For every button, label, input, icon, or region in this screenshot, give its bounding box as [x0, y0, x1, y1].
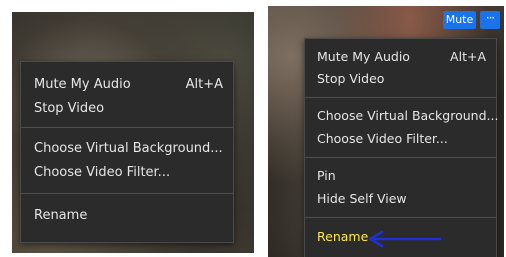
menu-item-stop-video[interactable]: Stop Video: [305, 68, 496, 90]
menu-divider: [305, 217, 496, 218]
menu-divider: [305, 157, 496, 158]
menu-item-label: Pin: [317, 168, 336, 183]
menu-divider: [305, 97, 496, 98]
right-context-menu: Mute My Audio Alt+A Stop Video Choose Vi…: [304, 38, 499, 257]
menu-item-hide-self-view[interactable]: Hide Self View: [305, 188, 496, 210]
menu-item-mute-my-audio[interactable]: Mute My Audio Alt+A: [21, 74, 233, 96]
left-context-menu: Mute My Audio Alt+A Stop Video Choose Vi…: [20, 61, 234, 243]
menu-item-choose-video-filter[interactable]: Choose Video Filter...: [21, 162, 233, 184]
right-video-tile: Mute ··· Mute My Audio Alt+A Stop Video …: [268, 6, 504, 257]
menu-item-label: Stop Video: [317, 71, 385, 86]
menu-item-shortcut: Alt+A: [185, 77, 223, 92]
menu-item-label: Mute My Audio: [34, 77, 131, 92]
menu-item-label: Choose Video Filter...: [317, 131, 448, 146]
menu-divider: [21, 127, 233, 128]
menu-item-label: Choose Virtual Background...: [317, 108, 499, 123]
menu-item-stop-video[interactable]: Stop Video: [21, 98, 233, 120]
menu-item-choose-video-filter[interactable]: Choose Video Filter...: [305, 128, 496, 150]
menu-item-label: Stop Video: [34, 101, 105, 116]
menu-item-label: Choose Virtual Background...: [34, 141, 223, 156]
menu-item-choose-virtual-background[interactable]: Choose Virtual Background...: [21, 138, 233, 160]
left-arrow-annotation-icon: [368, 230, 442, 248]
menu-item-rename[interactable]: Rename: [21, 205, 233, 227]
menu-item-label: Hide Self View: [317, 191, 407, 206]
menu-item-mute-my-audio[interactable]: Mute My Audio Alt+A: [305, 46, 496, 68]
menu-item-label: Rename: [34, 208, 88, 223]
menu-item-choose-virtual-background[interactable]: Choose Virtual Background...: [305, 105, 499, 127]
menu-item-label: Choose Video Filter...: [34, 165, 171, 180]
menu-item-label: Mute My Audio: [317, 49, 410, 64]
menu-divider: [21, 193, 233, 194]
menu-item-pin[interactable]: Pin: [305, 165, 496, 187]
menu-item-shortcut: Alt+A: [450, 49, 486, 64]
menu-item-label: Rename: [317, 229, 369, 244]
mute-button[interactable]: Mute: [443, 11, 476, 29]
more-options-button[interactable]: ···: [480, 11, 500, 29]
left-video-tile: Mute My Audio Alt+A Stop Video Choose Vi…: [12, 12, 254, 253]
